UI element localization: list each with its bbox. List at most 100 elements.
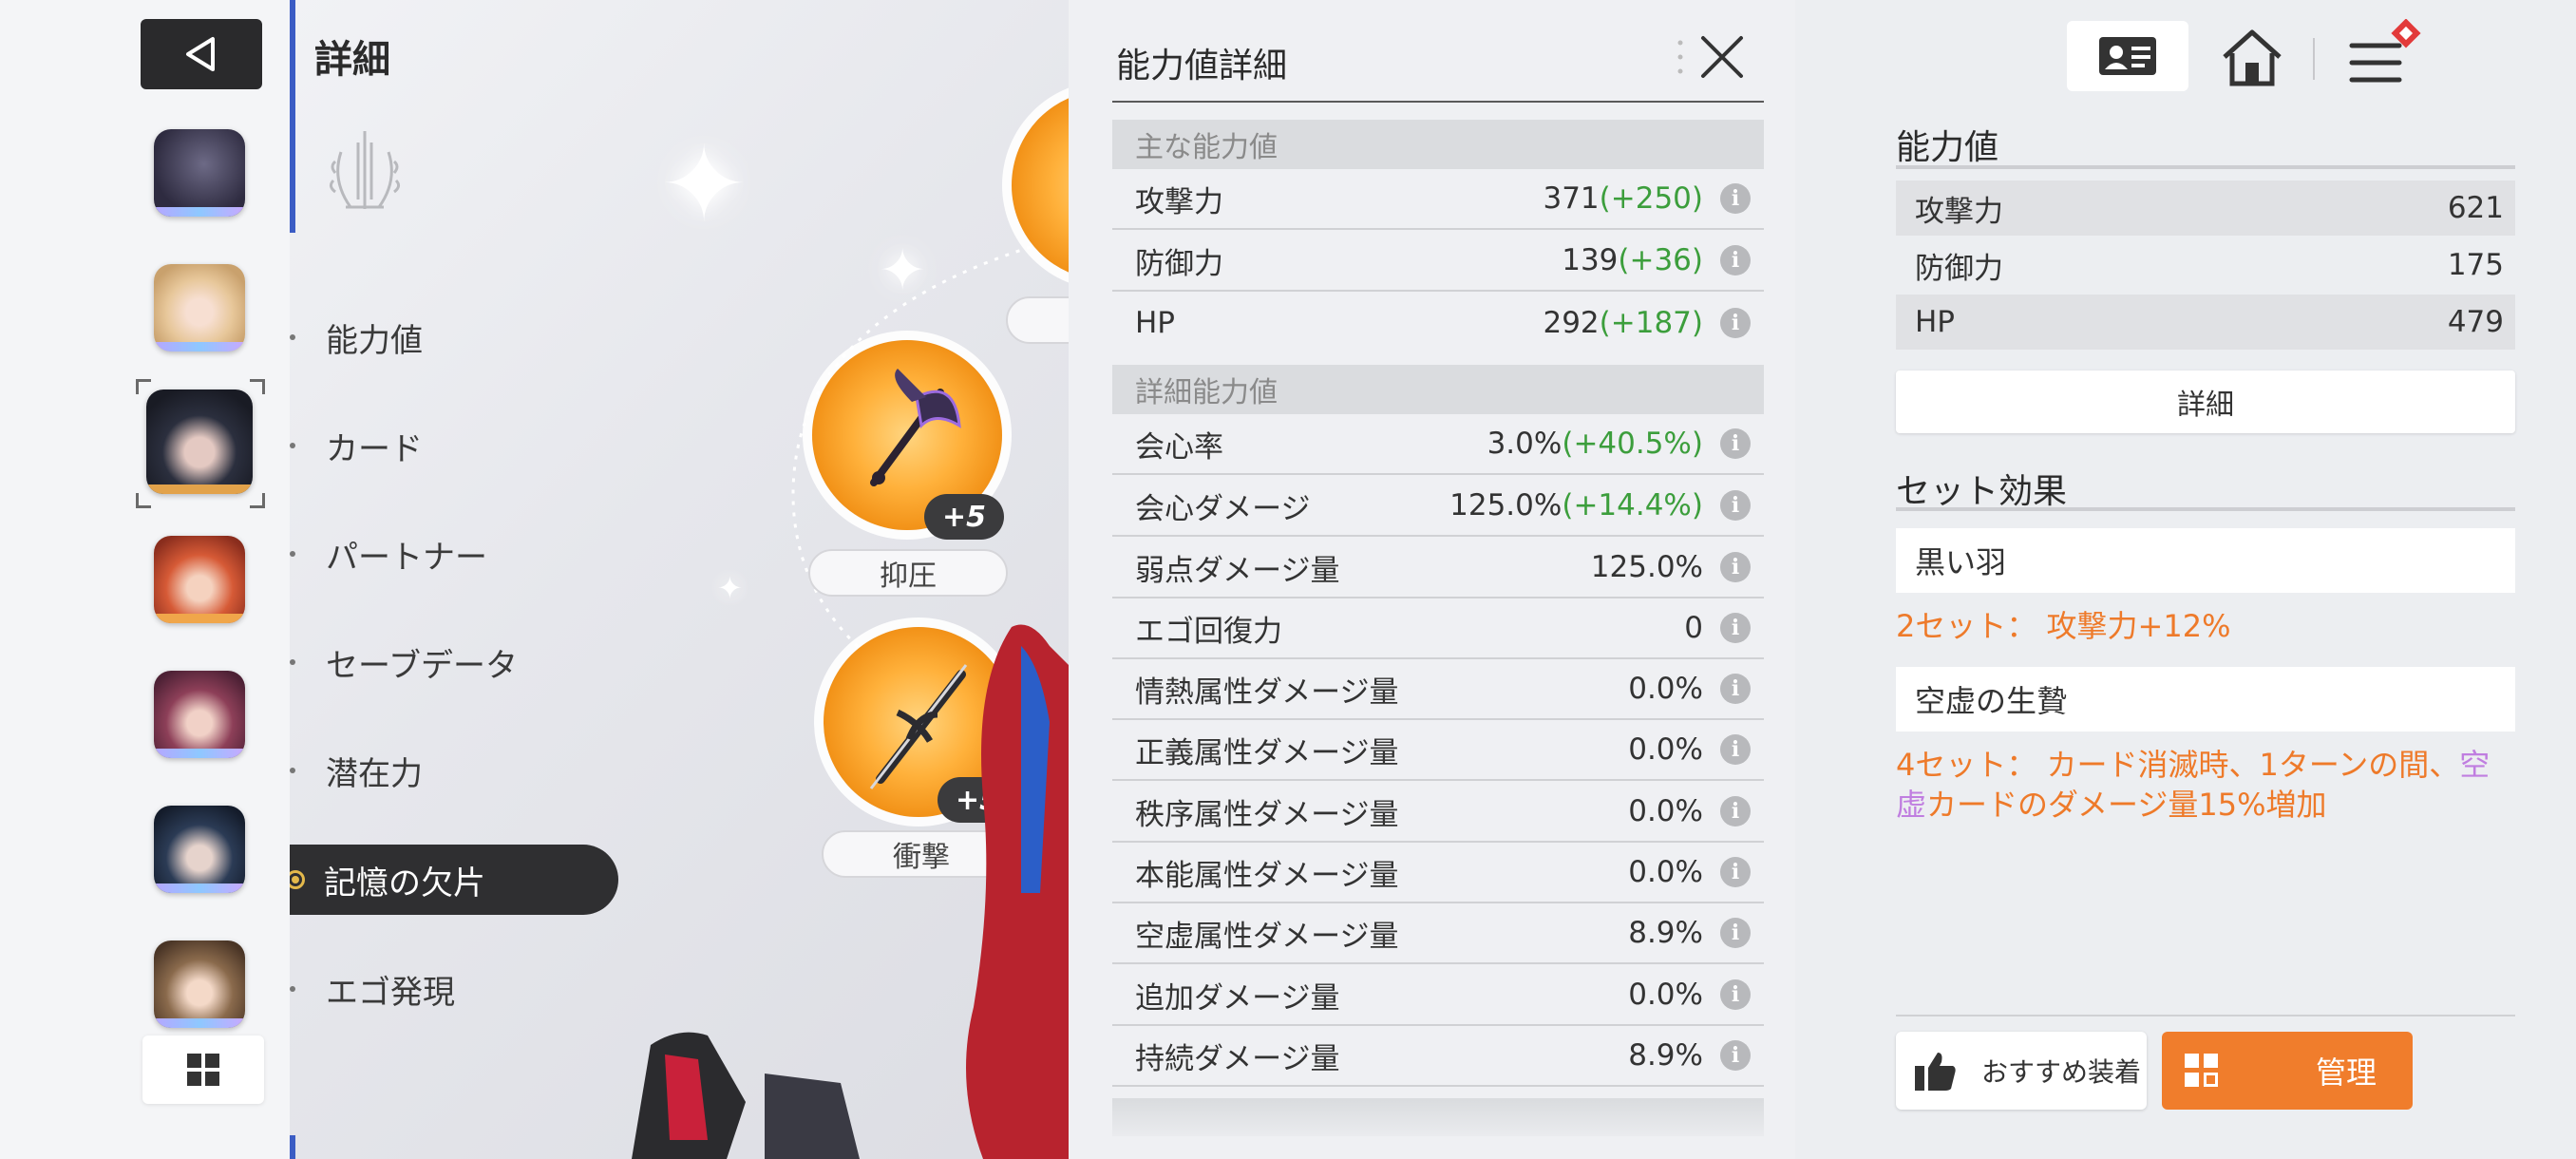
- stats-detail-modal: 能力値詳細 主な能力値 攻撃力 371 (+250) i 防御力 139 (+3…: [1069, 0, 1795, 1159]
- nav-label: 記憶の欠片: [324, 864, 485, 902]
- stat-label: 会心率: [1135, 429, 1223, 465]
- info-icon[interactable]: i: [1720, 918, 1751, 948]
- avatar-wolf[interactable]: [154, 129, 245, 217]
- stat-label: エゴ回復力: [1135, 614, 1282, 649]
- stat-value: 8.9%: [1628, 916, 1703, 950]
- avatar-frame: [154, 1018, 245, 1028]
- stat-value: 139: [1562, 243, 1619, 277]
- info-icon[interactable]: i: [1720, 308, 1751, 338]
- info-icon[interactable]: i: [1720, 857, 1751, 887]
- back-arrow-icon: [186, 37, 215, 71]
- grid-icon: [187, 1054, 219, 1086]
- stat-label: 防御力: [1135, 246, 1223, 281]
- button-label: 管理: [2316, 1054, 2377, 1091]
- recommend-equip-button[interactable]: おすすめ装着: [1896, 1032, 2147, 1110]
- fragment-label-top: [1006, 296, 1069, 344]
- title-divider: [1112, 101, 1764, 103]
- modal-title: 能力値詳細: [1116, 47, 1288, 86]
- nav-item-stats[interactable]: 能力値: [290, 302, 632, 372]
- panel-title: 詳細: [314, 38, 390, 82]
- stat-value: 125.0%: [1449, 488, 1563, 522]
- stat-label: 持続ダメージ量: [1135, 1041, 1340, 1076]
- detail-panel: 詳細 ✦ ✦ ✦ 能力値 カード パートナー セーブデータ 潜在力 記憶の欠片: [290, 0, 1069, 1159]
- avatar-frame: [154, 749, 245, 758]
- thumbs-up-icon: [1915, 1053, 1956, 1091]
- set-effect-title: セット効果: [1896, 472, 2068, 511]
- info-icon[interactable]: i: [1720, 613, 1751, 643]
- stat-row-order-damage: 秩序属性ダメージ量 0.0% i: [1112, 782, 1764, 843]
- stat-label: 攻撃力: [1915, 194, 2003, 229]
- stat-value: 0: [1684, 611, 1703, 645]
- info-icon[interactable]: i: [1720, 796, 1751, 826]
- grid-view-button[interactable]: [142, 1036, 264, 1104]
- close-icon[interactable]: [1695, 30, 1749, 84]
- avatar-brown-hair[interactable]: [154, 940, 245, 1028]
- stat-row-crit-damage: 会心ダメージ 125.0% (+14.4%) i: [1112, 476, 1764, 537]
- accent-bar: [290, 1135, 295, 1159]
- avatar-burgundy-hair[interactable]: [154, 671, 245, 758]
- nav-bullet: [290, 768, 295, 773]
- nav-label: 潜在力: [326, 754, 423, 793]
- character-sidebar: [0, 0, 290, 1159]
- info-icon[interactable]: i: [1720, 1040, 1751, 1071]
- nav-item-partner[interactable]: パートナー: [290, 519, 632, 589]
- back-button[interactable]: [141, 19, 262, 89]
- button-label: おすすめ装着: [1981, 1056, 2142, 1088]
- stat-bonus: (+187): [1599, 306, 1703, 340]
- nav-item-memory-fragments[interactable]: 記憶の欠片: [290, 845, 618, 915]
- stat-value: 292: [1543, 306, 1600, 340]
- avatar-red-hair[interactable]: [154, 536, 245, 623]
- faction-emblem-icon: [329, 131, 401, 209]
- info-icon[interactable]: i: [1720, 428, 1751, 459]
- info-icon[interactable]: i: [1720, 490, 1751, 521]
- axe-icon: [870, 369, 961, 486]
- set-effect-suffix: カードのダメージ量15%増加: [1926, 787, 2327, 823]
- nav-item-cards[interactable]: カード: [290, 410, 632, 481]
- avatar-frame: [154, 884, 245, 893]
- nav-bullet: [290, 986, 295, 992]
- avatar-navy-hair[interactable]: [154, 806, 245, 893]
- stat-row-weak-damage: 弱点ダメージ量 125.0% i: [1112, 538, 1764, 598]
- active-indicator-icon: [290, 870, 305, 889]
- stat-value: 0.0%: [1628, 855, 1703, 889]
- stat-label: 情熱属性ダメージ量: [1135, 674, 1399, 710]
- info-icon[interactable]: i: [1720, 552, 1751, 582]
- avatar-dark-hair-selected[interactable]: [146, 390, 253, 494]
- stat-row-instinct-damage: 本能属性ダメージ量 0.0% i: [1112, 843, 1764, 903]
- header-separator: [2313, 38, 2315, 80]
- sparkle-decoration: ✦: [660, 124, 748, 245]
- stat-row-ego-recovery: エゴ回復力 0 i: [1112, 598, 1764, 659]
- more-options-icon[interactable]: [1677, 38, 1683, 76]
- stat-label: 防御力: [1915, 251, 2003, 286]
- section-header-main: 主な能力値: [1112, 120, 1764, 169]
- stat-row-passion-damage: 情熱属性ダメージ量 0.0% i: [1112, 659, 1764, 720]
- stat-label: 追加ダメージ量: [1135, 980, 1340, 1016]
- detail-button[interactable]: 詳細: [1896, 370, 2515, 433]
- home-icon[interactable]: [2219, 25, 2285, 91]
- accent-bar: [290, 0, 295, 233]
- stat-row-defense: 防御力 139 (+36) i: [1112, 231, 1764, 292]
- menu-icon[interactable]: [2340, 19, 2426, 95]
- stat-row-dot-damage: 持続ダメージ量 8.9% i: [1112, 1026, 1764, 1087]
- stat-value: 3.0%: [1487, 427, 1563, 461]
- stat-row-crit-rate: 会心率 3.0% (+40.5%) i: [1112, 414, 1764, 475]
- stat-bonus: (+14.4%): [1562, 488, 1703, 522]
- summary-stat-hp: HP 479: [1896, 294, 2515, 350]
- profile-card-button[interactable]: [2067, 21, 2188, 91]
- stat-label: 正義属性ダメージ量: [1135, 735, 1399, 770]
- info-icon[interactable]: i: [1720, 245, 1751, 276]
- nav-bullet: [290, 334, 295, 340]
- info-icon[interactable]: i: [1720, 734, 1751, 765]
- stat-row-extra-damage: 追加ダメージ量 0.0% i: [1112, 965, 1764, 1026]
- stat-value: 175: [2447, 248, 2504, 282]
- avatar-blonde[interactable]: [154, 264, 245, 352]
- info-icon[interactable]: i: [1720, 674, 1751, 704]
- info-icon[interactable]: i: [1720, 979, 1751, 1010]
- info-icon[interactable]: i: [1720, 183, 1751, 214]
- set-name-black-feather: 黒い羽: [1896, 528, 2515, 593]
- manage-button[interactable]: 管理: [2162, 1032, 2413, 1110]
- stat-value: 0.0%: [1628, 978, 1703, 1012]
- stat-label: HP: [1135, 306, 1176, 340]
- set-name-void-sacrifice: 空虚の生贄: [1896, 667, 2515, 732]
- avatar-frame: [154, 342, 245, 352]
